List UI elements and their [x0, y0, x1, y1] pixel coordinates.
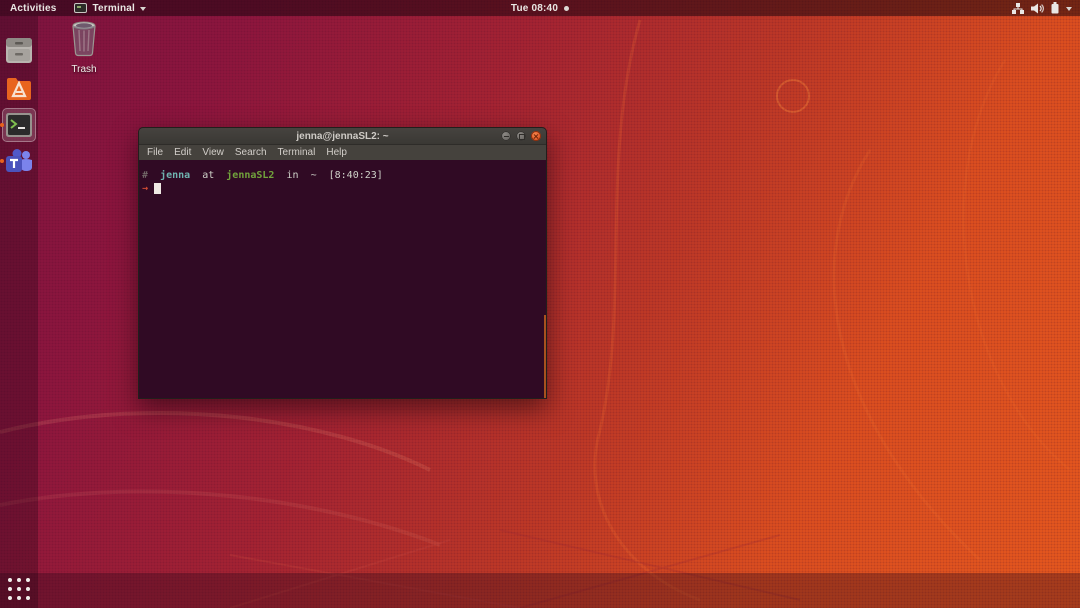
- volume-icon: [1031, 3, 1044, 14]
- trash-label: Trash: [54, 64, 114, 75]
- show-apps-button[interactable]: [7, 577, 32, 602]
- prompt-in: in: [286, 170, 298, 181]
- dock-item-teams[interactable]: [2, 144, 36, 178]
- prompt-path: ~: [311, 170, 317, 181]
- activities-label: Activities: [10, 3, 56, 14]
- close-button[interactable]: [531, 131, 541, 141]
- bottom-shade-band: [0, 573, 1080, 608]
- prompt-at: at: [202, 170, 214, 181]
- menu-search[interactable]: Search: [235, 147, 267, 158]
- app-menu-button[interactable]: Terminal: [66, 0, 154, 16]
- desktop-trash-icon[interactable]: Trash: [54, 21, 114, 75]
- top-bar: Activities Terminal Tue 08:40: [0, 0, 1080, 16]
- system-tray-button[interactable]: [1004, 0, 1080, 16]
- activities-button[interactable]: Activities: [0, 0, 66, 16]
- terminal-window: jenna@jennaSL2: ~ File Edit View Search …: [138, 127, 547, 399]
- terminal-icon: [5, 111, 33, 139]
- trash-can-icon: [69, 21, 99, 57]
- terminal-menubar: File Edit View Search Terminal Help: [139, 145, 546, 160]
- terminal-scrollbar[interactable]: [544, 315, 547, 399]
- chevron-down-icon: [140, 7, 146, 11]
- dock-item-files[interactable]: [2, 34, 36, 68]
- menu-help[interactable]: Help: [326, 147, 347, 158]
- terminal-cursor: [154, 183, 161, 194]
- terminal-titlebar[interactable]: jenna@jennaSL2: ~: [139, 128, 546, 145]
- prompt-hash: #: [142, 170, 148, 181]
- notification-dot-icon: [564, 6, 569, 11]
- menu-edit[interactable]: Edit: [174, 147, 191, 158]
- file-manager-icon: [5, 38, 33, 65]
- terminal-mini-icon: [74, 3, 87, 13]
- app-menu-label: Terminal: [92, 3, 135, 14]
- running-indicator-dot: [0, 159, 4, 163]
- prompt-arrow: →: [142, 183, 148, 194]
- chevron-down-icon: [1066, 7, 1072, 11]
- battery-icon: [1051, 2, 1059, 14]
- menu-terminal[interactable]: Terminal: [278, 147, 316, 158]
- menu-file[interactable]: File: [147, 147, 163, 158]
- dock: [0, 16, 38, 608]
- prompt-time: [8:40:23]: [329, 170, 383, 181]
- prompt-host: jennaSL2: [226, 170, 274, 181]
- prompt-user: jenna: [160, 170, 190, 181]
- menu-view[interactable]: View: [202, 147, 224, 158]
- network-icon: [1012, 3, 1024, 14]
- dock-item-app-a[interactable]: [2, 72, 36, 106]
- grid-icon: [8, 578, 12, 582]
- orange-a-folder-icon: [5, 75, 33, 103]
- teams-icon: [5, 147, 33, 175]
- maximize-button[interactable]: [516, 131, 526, 141]
- clock-label: Tue 08:40: [511, 3, 558, 14]
- clock-button[interactable]: Tue 08:40: [511, 3, 569, 14]
- terminal-content[interactable]: # jenna at jennaSL2 in ~ [8:40:23] →: [139, 160, 546, 399]
- dock-item-terminal[interactable]: [2, 108, 36, 142]
- window-title: jenna@jennaSL2: ~: [296, 131, 388, 142]
- cursor-line: →: [142, 182, 543, 195]
- minimize-button[interactable]: [501, 131, 511, 141]
- running-indicator-dot: [0, 123, 4, 127]
- prompt-line: # jenna at jennaSL2 in ~ [8:40:23]: [142, 169, 543, 182]
